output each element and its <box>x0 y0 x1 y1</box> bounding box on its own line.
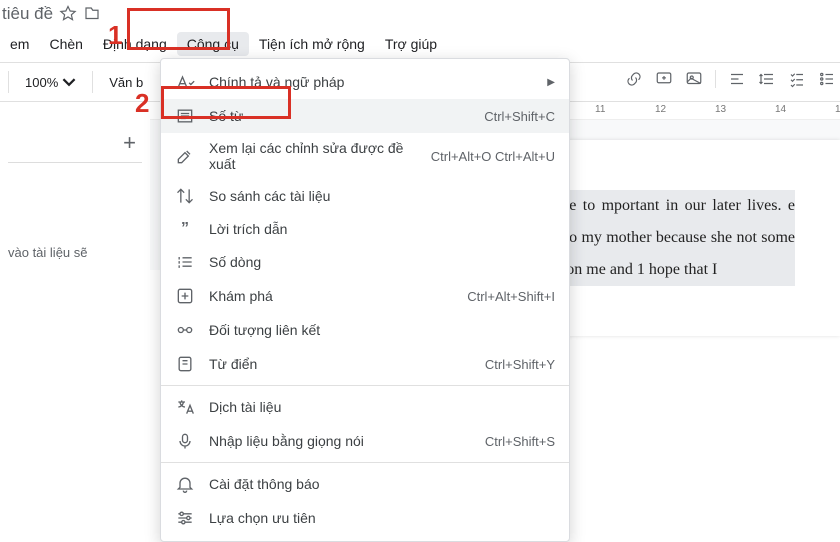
move-icon[interactable] <box>83 5 101 23</box>
menu-insert[interactable]: Chèn <box>39 32 92 56</box>
menu-label: So sánh các tài liệu <box>209 188 555 204</box>
notify-icon <box>175 474 195 494</box>
line-spacing-icon[interactable] <box>758 70 776 88</box>
separator <box>715 70 716 88</box>
menu-explore[interactable]: Khám phá Ctrl+Alt+Shift+I <box>161 279 569 313</box>
menu-help[interactable]: Trợ giúp <box>375 32 447 56</box>
menu-label: Số từ <box>209 108 470 124</box>
menu-preferences[interactable]: Lựa chọn ưu tiên <box>161 501 569 535</box>
ruler-tick: 13 <box>715 104 726 115</box>
checklist-icon[interactable] <box>788 70 806 88</box>
star-icon[interactable] <box>59 5 77 23</box>
ruler-tick: 15 <box>835 104 840 115</box>
menu-label: Số dòng <box>209 254 555 270</box>
linked-icon <box>175 320 195 340</box>
doc-title-fragment: tiêu đề <box>0 4 53 24</box>
translate-icon <box>175 397 195 417</box>
menu-label: Khám phá <box>209 288 453 304</box>
menu-label: Lựa chọn ưu tiên <box>209 510 555 526</box>
outline-sidebar: + vào tài liệu sẽ <box>0 120 150 270</box>
menu-label: Lời trích dẫn <box>209 221 555 237</box>
explore-icon <box>175 286 195 306</box>
prefs-icon <box>175 508 195 528</box>
chevron-down-icon <box>62 75 76 89</box>
menu-label: Dịch tài liệu <box>209 399 555 415</box>
menu-compare[interactable]: So sánh các tài liệu <box>161 179 569 213</box>
menu-shortcut: Ctrl+Shift+S <box>485 434 555 449</box>
menu-label: Cài đặt thông báo <box>209 476 555 492</box>
tools-dropdown: Chính tả và ngữ pháp ▶ Số từ Ctrl+Shift+… <box>160 58 570 542</box>
menu-voice-typing[interactable]: Nhập liệu bằng giọng nói Ctrl+Shift+S <box>161 424 569 458</box>
menu-extensions[interactable]: Tiện ích mở rộng <box>249 32 375 56</box>
menu-label: Từ điển <box>209 356 471 372</box>
ruler-tick: 14 <box>775 104 786 115</box>
paragraph-style-select[interactable]: Văn b <box>101 71 151 94</box>
menu-tools[interactable]: Công cụ <box>177 32 249 56</box>
align-icon[interactable] <box>728 70 746 88</box>
menu-shortcut: Ctrl+Alt+Shift+I <box>467 289 555 304</box>
menu-shortcut: Ctrl+Shift+C <box>484 109 555 124</box>
menu-citations[interactable]: ” Lời trích dẫn <box>161 213 569 245</box>
voice-icon <box>175 431 195 451</box>
insert-image-icon[interactable] <box>685 70 703 88</box>
menu-divider <box>161 462 569 463</box>
menu-spelling[interactable]: Chính tả và ngữ pháp ▶ <box>161 65 569 99</box>
add-outline-icon[interactable]: + <box>8 130 142 156</box>
zoom-value: 100% <box>25 75 58 90</box>
bulleted-list-icon[interactable] <box>818 70 836 88</box>
right-toolbar <box>625 70 836 88</box>
dictionary-icon <box>175 354 195 374</box>
separator <box>8 71 9 93</box>
outline-hint: vào tài liệu sẽ <box>8 245 142 260</box>
menu-shortcut: Ctrl+Alt+O Ctrl+Alt+U <box>431 149 555 164</box>
zoom-select[interactable]: 100% <box>17 71 84 94</box>
link-icon[interactable] <box>625 70 643 88</box>
menu-linked-objects[interactable]: Đối tượng liên kết <box>161 313 569 347</box>
menu-review-suggestions[interactable]: Xem lại các chỉnh sửa được đề xuất Ctrl+… <box>161 133 569 179</box>
citation-icon: ” <box>175 220 195 238</box>
menu-label: Nhập liệu bằng giọng nói <box>209 433 471 449</box>
submenu-arrow-icon: ▶ <box>547 77 555 88</box>
ruler-tick: 11 <box>595 104 605 115</box>
menubar: em Chèn Định dạng Công cụ Tiện ích mở rộ… <box>0 28 840 62</box>
review-icon <box>175 146 195 166</box>
spell-icon <box>175 72 195 92</box>
paragraph-style-label: Văn b <box>109 75 143 90</box>
menu-shortcut: Ctrl+Shift+Y <box>485 357 555 372</box>
menu-wordcount[interactable]: Số từ Ctrl+Shift+C <box>161 99 569 133</box>
menu-format[interactable]: Định dạng <box>93 32 177 56</box>
menu-divider <box>161 385 569 386</box>
menu-line-numbers[interactable]: Số dòng <box>161 245 569 279</box>
ruler-tick: 12 <box>655 104 666 115</box>
linenum-icon <box>175 252 195 272</box>
wordcount-icon <box>175 106 195 126</box>
menu-label: Đối tượng liên kết <box>209 322 555 338</box>
menu-notifications[interactable]: Cài đặt thông báo <box>161 467 569 501</box>
separator <box>92 71 93 93</box>
menu-dictionary[interactable]: Từ điển Ctrl+Shift+Y <box>161 347 569 381</box>
divider <box>8 162 142 163</box>
menu-translate[interactable]: Dịch tài liệu <box>161 390 569 424</box>
menu-view[interactable]: em <box>0 32 39 56</box>
add-comment-icon[interactable] <box>655 70 673 88</box>
compare-icon <box>175 186 195 206</box>
menu-label: Xem lại các chỉnh sửa được đề xuất <box>209 140 417 172</box>
menu-label: Chính tả và ngữ pháp <box>209 74 533 90</box>
